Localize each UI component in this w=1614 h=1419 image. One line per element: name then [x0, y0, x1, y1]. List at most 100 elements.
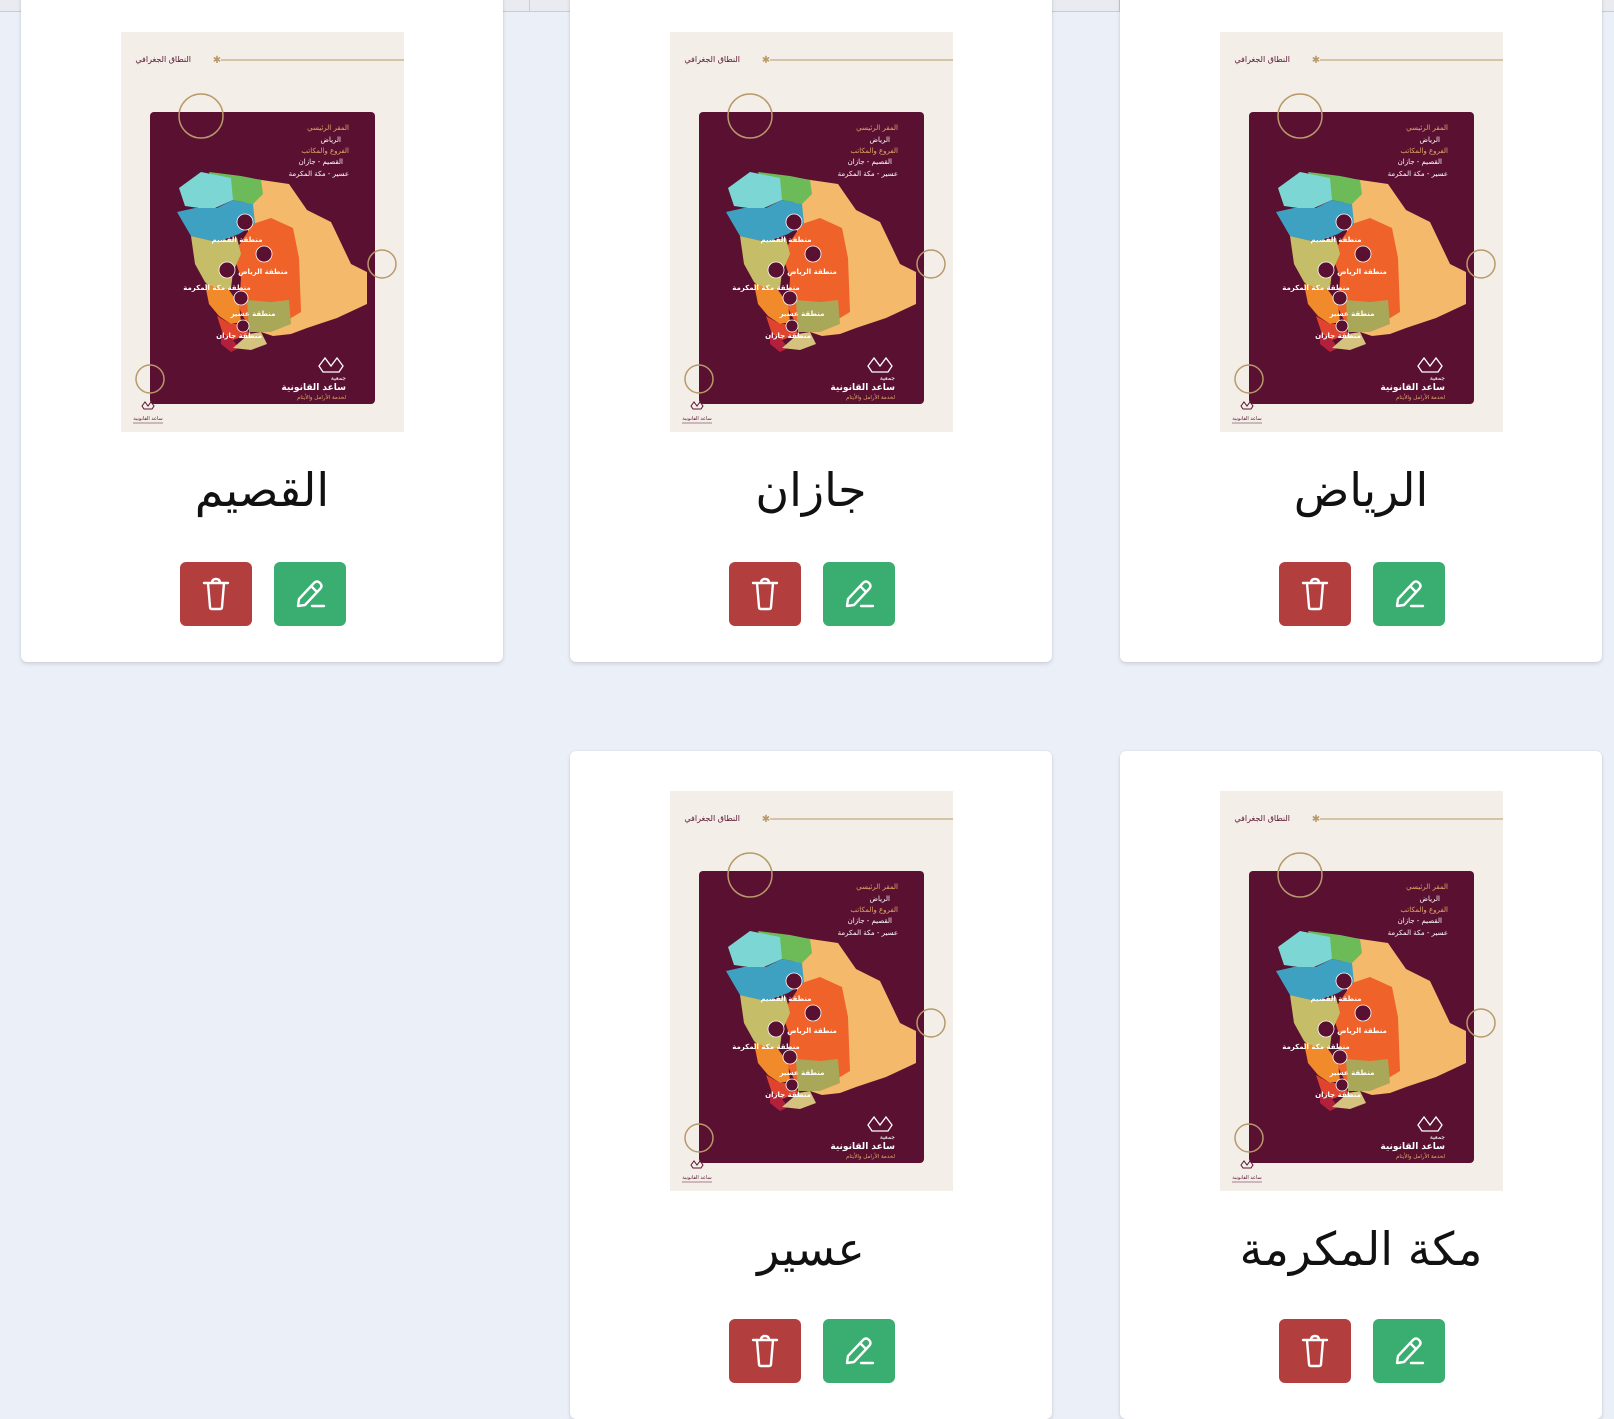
pencil-icon	[296, 580, 326, 608]
poster-org-name-text: ساعد القانونية	[830, 383, 895, 393]
trash-icon	[1301, 577, 1329, 611]
poster-org-prefix-text: جمعية	[880, 375, 895, 382]
poster-org-prefix-text: جمعية	[1430, 375, 1445, 382]
poster-qassim-text: منطقة القصيم	[211, 236, 262, 244]
poster-org-prefix-text: جمعية	[331, 375, 346, 382]
poster-asir-text: منطقة عسير	[230, 310, 276, 318]
poster-hq-value-text: الرياض	[321, 136, 342, 144]
edit-button[interactable]	[823, 562, 895, 626]
poster-header-text: النطاق الجغرافي	[684, 55, 740, 64]
poster-org-name-text: ساعد القانونية	[281, 383, 346, 393]
poster-asir-text: منطقة عسير	[1329, 310, 1375, 318]
poster-br-2-text: عسير - مكة المكرمة	[289, 170, 349, 178]
poster-hq-value-text: الرياض	[1420, 136, 1441, 144]
poster-br-label-text: الفروع والمكاتب	[850, 147, 898, 155]
poster-br-label-text: الفروع والمكاتب	[1400, 906, 1448, 914]
poster-image: ✱ النطاق الجغرافي المقر الرئيسي الرياض ا…	[670, 791, 953, 1191]
poster-header-text: النطاق الجغرافي	[135, 55, 191, 64]
card-title: مكة المكرمة	[1239, 1222, 1483, 1276]
delete-button[interactable]	[1279, 562, 1351, 626]
poster-hq-label-text: المقر الرئيسي	[856, 124, 898, 132]
pencil-icon	[1395, 580, 1425, 608]
poster-org-tag-text: لخدمة الأرامل والأيتام	[1396, 393, 1445, 401]
poster-small-logo-text: ساعد القانونية	[133, 416, 162, 422]
poster-org-name-text: ساعد القانونية	[1380, 383, 1445, 393]
trash-icon	[751, 577, 779, 611]
trash-icon	[1301, 1334, 1329, 1368]
poster-jazan-text: منطقة جازان	[1315, 332, 1361, 340]
poster-hq-value-text: الرياض	[870, 895, 891, 903]
poster-qassim-text: منطقة القصيم	[1310, 236, 1361, 244]
poster-br-label-text: الفروع والمكاتب	[301, 147, 349, 155]
poster-small-logo-text: ساعد القانونية	[1232, 416, 1261, 422]
poster-header-text: النطاق الجغرافي	[684, 814, 740, 823]
poster-org-tag-text: لخدمة الأرامل والأيتام	[846, 1152, 895, 1160]
poster-br-1-text: القصيم - جازان	[848, 917, 892, 925]
poster-image: ✱ النطاق الجغرافي المقر الرئيسي الرياض ا…	[121, 32, 404, 432]
poster-br-1-text: القصيم - جازان	[1398, 917, 1442, 925]
poster-asir-text: منطقة عسير	[779, 310, 825, 318]
poster-br-2-text: عسير - مكة المكرمة	[838, 170, 898, 178]
poster-riyadh-text: منطقة الرياض	[787, 1027, 837, 1035]
edit-button[interactable]	[1373, 1319, 1445, 1383]
branch-poster: ✱ النطاق الجغرافي المقر الرئيسي الرياض ا…	[1220, 791, 1503, 1191]
pencil-icon	[845, 1337, 875, 1365]
poster-br-1-text: القصيم - جازان	[1398, 158, 1442, 166]
poster-org-tag-text: لخدمة الأرامل والأيتام	[1396, 1152, 1445, 1160]
poster-small-logo-text: ساعد القانونية	[1232, 1175, 1261, 1181]
poster-jazan-text: منطقة جازان	[216, 332, 262, 340]
edit-button[interactable]	[1373, 562, 1445, 626]
poster-makkah-text: منطقة مكة المكرمة	[732, 284, 800, 292]
edit-button[interactable]	[274, 562, 346, 626]
delete-button[interactable]	[729, 1319, 801, 1383]
branch-poster: ✱ النطاق الجغرافي المقر الرئيسي الرياض ا…	[121, 32, 404, 432]
poster-br-2-text: عسير - مكة المكرمة	[1388, 929, 1448, 937]
branch-card: ✱ النطاق الجغرافي المقر الرئيسي الرياض ا…	[1120, 0, 1602, 662]
svg-text:✱: ✱	[1312, 55, 1320, 66]
poster-org-tag-text: لخدمة الأرامل والأيتام	[297, 393, 346, 401]
poster-hq-label-text: المقر الرئيسي	[307, 124, 349, 132]
branch-poster: ✱ النطاق الجغرافي المقر الرئيسي الرياض ا…	[670, 791, 953, 1191]
poster-image: ✱ النطاق الجغرافي المقر الرئيسي الرياض ا…	[1220, 32, 1503, 432]
poster-br-1-text: القصيم - جازان	[299, 158, 343, 166]
poster-jazan-text: منطقة جازان	[765, 1091, 811, 1099]
poster-br-1-text: القصيم - جازان	[848, 158, 892, 166]
poster-image: ✱ النطاق الجغرافي المقر الرئيسي الرياض ا…	[1220, 791, 1503, 1191]
poster-hq-label-text: المقر الرئيسي	[856, 883, 898, 891]
poster-header-text: النطاق الجغرافي	[1234, 55, 1290, 64]
trash-icon	[202, 577, 230, 611]
poster-image: ✱ النطاق الجغرافي المقر الرئيسي الرياض ا…	[670, 32, 953, 432]
poster-br-2-text: عسير - مكة المكرمة	[1388, 170, 1448, 178]
poster-asir-text: منطقة عسير	[1329, 1069, 1375, 1077]
poster-jazan-text: منطقة جازان	[765, 332, 811, 340]
poster-hq-label-text: المقر الرئيسي	[1406, 124, 1448, 132]
poster-makkah-text: منطقة مكة المكرمة	[1282, 284, 1350, 292]
svg-text:✱: ✱	[762, 55, 770, 66]
poster-qassim-text: منطقة القصيم	[760, 995, 811, 1003]
poster-riyadh-text: منطقة الرياض	[238, 268, 288, 276]
poster-makkah-text: منطقة مكة المكرمة	[183, 284, 251, 292]
branch-poster: ✱ النطاق الجغرافي المقر الرئيسي الرياض ا…	[1220, 32, 1503, 432]
poster-org-prefix-text: جمعية	[880, 1134, 895, 1141]
delete-button[interactable]	[1279, 1319, 1351, 1383]
poster-qassim-text: منطقة القصيم	[760, 236, 811, 244]
branch-card: ✱ النطاق الجغرافي المقر الرئيسي الرياض ا…	[570, 751, 1052, 1419]
svg-text:✱: ✱	[213, 55, 221, 66]
poster-org-prefix-text: جمعية	[1430, 1134, 1445, 1141]
poster-small-logo-text: ساعد القانونية	[682, 1175, 711, 1181]
poster-riyadh-text: منطقة الرياض	[787, 268, 837, 276]
poster-org-name-text: ساعد القانونية	[1380, 1142, 1445, 1152]
pencil-icon	[845, 580, 875, 608]
poster-br-label-text: الفروع والمكاتب	[1400, 147, 1448, 155]
edit-button[interactable]	[823, 1319, 895, 1383]
poster-header-text: النطاق الجغرافي	[1234, 814, 1290, 823]
card-title: القصيم	[194, 463, 330, 517]
card-title: الرياض	[1293, 463, 1429, 517]
poster-hq-value-text: الرياض	[1420, 895, 1441, 903]
poster-small-logo-text: ساعد القانونية	[682, 416, 711, 422]
delete-button[interactable]	[180, 562, 252, 626]
delete-button[interactable]	[729, 562, 801, 626]
trash-icon	[751, 1334, 779, 1368]
poster-makkah-text: منطقة مكة المكرمة	[732, 1043, 800, 1051]
svg-text:✱: ✱	[1312, 814, 1320, 825]
